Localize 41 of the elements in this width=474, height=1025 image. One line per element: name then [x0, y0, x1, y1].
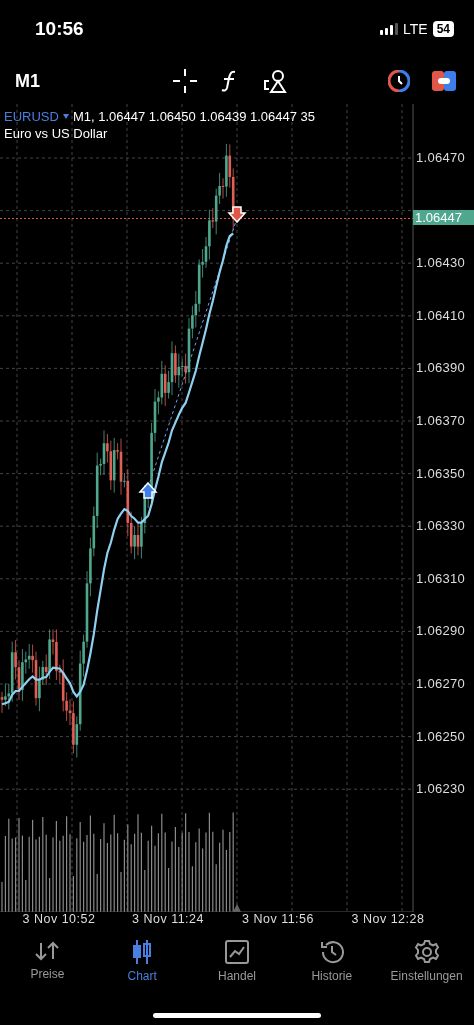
symbol-description: Euro vs US Dollar [4, 125, 109, 142]
buy-arrow-icon [138, 481, 158, 499]
price-label: 1.06310 [416, 570, 466, 586]
signal-icon [380, 23, 398, 35]
nav-tab[interactable]: Chart [94, 935, 190, 997]
nav-tab[interactable]: Einstellungen [379, 935, 474, 997]
nav-tab[interactable]: Preise [0, 935, 95, 997]
history-icon [318, 939, 345, 965]
price-label: 1.06250 [416, 728, 466, 744]
status-time: 10:56 [35, 18, 84, 40]
line-chart-icon [224, 939, 250, 965]
dropdown-icon[interactable] [62, 114, 69, 119]
price-label: 1.06230 [416, 781, 466, 797]
battery-level: 54 [432, 21, 454, 37]
switch-icon[interactable] [432, 71, 456, 91]
price-label: 1.06390 [416, 360, 466, 376]
price-label: 1.06330 [416, 518, 466, 534]
price-label: 1.06410 [416, 307, 466, 323]
price-label: 1.06370 [416, 413, 466, 428]
network-label: LTE [403, 21, 428, 37]
price-label: 1.06270 [416, 676, 466, 691]
time-label: 3 Nov 10:52 [22, 912, 96, 926]
shapes-icon[interactable] [263, 69, 287, 93]
nav-tab[interactable]: Handel [189, 935, 285, 997]
time-label: 3 Nov 12:28 [351, 912, 425, 926]
timeframe-button[interactable]: M1 [15, 70, 40, 92]
time-label: 3 Nov 11:56 [242, 912, 314, 926]
price-label: 1.06470 [416, 150, 466, 165]
symbol-label[interactable]: EURUSD [4, 108, 59, 125]
price-label: 1.06290 [416, 623, 466, 639]
current-price-badge: 1.06447 [413, 210, 474, 226]
nav-tab[interactable]: Historie [284, 935, 380, 997]
time-label: 3 Nov 11:24 [132, 912, 204, 926]
arrows-icon [34, 939, 61, 963]
price-label: 1.06430 [416, 255, 466, 271]
price-label: 1.06350 [416, 465, 466, 481]
crosshair-icon[interactable] [173, 69, 197, 93]
sell-arrow-icon [227, 206, 247, 224]
settings-icon [413, 939, 440, 965]
clock-toggle-icon[interactable] [388, 70, 410, 92]
ohlc-values: M1, 1.06447 1.06450 1.06439 1.06447 35 [72, 108, 316, 125]
